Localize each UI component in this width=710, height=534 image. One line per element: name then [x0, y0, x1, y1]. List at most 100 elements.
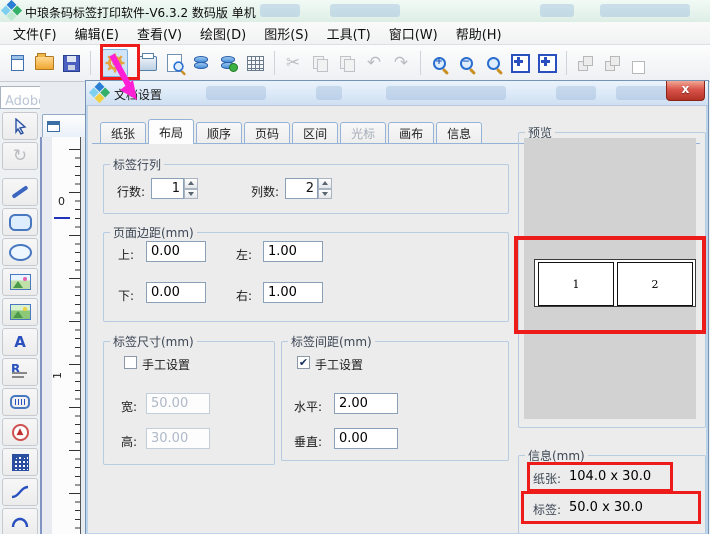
- document-setup-button[interactable]: [102, 49, 128, 77]
- save-button[interactable]: [58, 49, 84, 77]
- document-tab[interactable]: [42, 114, 86, 137]
- label-gap-manual-checkbox[interactable]: ✔: [297, 356, 310, 369]
- select-area-button[interactable]: [626, 49, 652, 77]
- zoom-out-button[interactable]: −: [453, 49, 479, 77]
- aero-blur: [540, 4, 574, 17]
- zoom-in-button[interactable]: +: [426, 49, 452, 77]
- margin-bottom-input[interactable]: 0.00: [146, 282, 206, 303]
- rows-spin-buttons[interactable]: [184, 178, 198, 199]
- group-rows-cols-legend: 标签行列: [110, 156, 164, 173]
- arc-tool-button[interactable]: [2, 508, 38, 534]
- database-connect-button[interactable]: [215, 49, 241, 77]
- zoom-icon: [487, 57, 500, 70]
- curve-icon: [10, 485, 30, 499]
- text-tool-button[interactable]: A: [2, 328, 38, 356]
- redo-icon: ↷: [394, 55, 408, 72]
- gap-vertical-input[interactable]: 0.00: [334, 428, 398, 449]
- ruler-mark-1: 1: [51, 372, 64, 379]
- menu-tools[interactable]: 工具(T): [318, 22, 380, 45]
- menu-file[interactable]: 文件(F): [4, 22, 66, 45]
- redo-button[interactable]: ↷: [388, 49, 414, 77]
- app-window: 中琅条码标签打印软件-V6.3.2 数码版 单机 文件(F) 编辑(E) 查看(…: [0, 0, 710, 534]
- dialog-close-button[interactable]: x: [666, 81, 705, 101]
- dialog-title: 文档设置: [114, 86, 162, 103]
- fit-window-button[interactable]: [507, 49, 533, 77]
- group-page-margins-legend: 页面边距(mm): [110, 224, 197, 241]
- zoom-out-icon: −: [460, 57, 473, 70]
- spin-down-icon[interactable]: [318, 189, 332, 200]
- menu-shape[interactable]: 图形(S): [255, 22, 317, 45]
- image-tool-button[interactable]: [2, 268, 38, 296]
- database-button[interactable]: [188, 49, 214, 77]
- label-size-manual-checkbox[interactable]: [124, 356, 137, 369]
- spin-up-icon[interactable]: [184, 178, 198, 189]
- fit-selection-button[interactable]: [534, 49, 560, 77]
- arc-icon: [10, 516, 30, 528]
- margin-left-input[interactable]: 1.00: [263, 241, 323, 262]
- tab-canvas[interactable]: 画布: [388, 122, 434, 144]
- cut-button[interactable]: ✂: [280, 49, 306, 77]
- line-tool-button[interactable]: [2, 178, 38, 206]
- select-area-icon: [632, 56, 647, 71]
- zoom-button[interactable]: [480, 49, 506, 77]
- ellipse-tool-button[interactable]: [2, 238, 38, 266]
- print-preview-button[interactable]: [161, 49, 187, 77]
- margin-right-input[interactable]: 1.00: [263, 282, 323, 303]
- label-height-input: 30.00: [146, 428, 210, 449]
- paste-button[interactable]: [334, 49, 360, 77]
- qrcode-tool-button[interactable]: [2, 448, 38, 476]
- ungroup-icon: [605, 56, 620, 71]
- cols-input[interactable]: 2: [285, 178, 318, 199]
- window-title: 中琅条码标签打印软件-V6.3.2 数码版 单机: [25, 4, 256, 21]
- window-titlebar[interactable]: 中琅条码标签打印软件-V6.3.2 数码版 单机: [0, 0, 710, 23]
- menu-edit[interactable]: 编辑(E): [66, 22, 128, 45]
- rich-text-tool-button[interactable]: R: [2, 358, 38, 386]
- grid-toggle-button[interactable]: [242, 49, 268, 77]
- tab-layout[interactable]: 布局: [148, 119, 194, 144]
- cols-spinner[interactable]: 2: [285, 178, 332, 199]
- aero-blur: [260, 4, 300, 17]
- tab-info[interactable]: 信息: [436, 122, 482, 144]
- tab-order[interactable]: 顺序: [196, 122, 242, 144]
- picture-icon: [10, 304, 31, 320]
- copy-button[interactable]: [307, 49, 333, 77]
- main-toolbar: ✂ ↶ ↷ + −: [0, 45, 710, 82]
- tab-page-number[interactable]: 页码: [244, 122, 290, 144]
- shape-tool-button[interactable]: ▲: [2, 418, 38, 446]
- select-tool-button[interactable]: [2, 112, 38, 140]
- rows-spinner[interactable]: 1: [151, 178, 198, 199]
- ungroup-button[interactable]: [599, 49, 625, 77]
- menu-draw[interactable]: 绘图(D): [191, 22, 255, 45]
- zoom-in-icon: +: [433, 57, 446, 70]
- rounded-rect-tool-button[interactable]: [2, 208, 38, 236]
- gap-horizontal-input[interactable]: 2.00: [334, 393, 398, 414]
- curve-tool-button[interactable]: [2, 478, 38, 506]
- tool-palette: ↻ A R ▲: [2, 112, 40, 534]
- menu-view[interactable]: 查看(V): [128, 22, 191, 45]
- dialog-titlebar[interactable]: 文档设置 x: [86, 81, 708, 106]
- spin-up-icon[interactable]: [318, 178, 332, 189]
- picture-tool-button[interactable]: [2, 298, 38, 326]
- tab-interval[interactable]: 区间: [292, 122, 338, 144]
- print-button[interactable]: [134, 49, 160, 77]
- new-document-button[interactable]: [4, 49, 30, 77]
- cols-spin-buttons[interactable]: [318, 178, 332, 199]
- margin-top-input[interactable]: 0.00: [146, 241, 206, 262]
- group-button[interactable]: [572, 49, 598, 77]
- tab-paper[interactable]: 纸张: [100, 122, 146, 144]
- undo-button[interactable]: ↶: [361, 49, 387, 77]
- menu-help[interactable]: 帮助(H): [447, 22, 511, 45]
- preview-paper: 1 2: [534, 259, 696, 307]
- rotate-tool-button[interactable]: ↻: [2, 142, 38, 170]
- toolbar-separator: [274, 51, 275, 75]
- spin-down-icon[interactable]: [184, 189, 198, 200]
- menu-window[interactable]: 窗口(W): [380, 22, 447, 45]
- print-icon: [138, 56, 157, 71]
- open-button[interactable]: [31, 49, 57, 77]
- margin-bottom-label: 下:: [118, 287, 134, 304]
- aero-blur: [600, 4, 690, 17]
- rows-input[interactable]: 1: [151, 178, 184, 199]
- image-icon: [10, 274, 31, 290]
- info-paper-value: 104.0 x 30.0: [569, 469, 651, 484]
- barcode-tool-button[interactable]: [2, 388, 38, 416]
